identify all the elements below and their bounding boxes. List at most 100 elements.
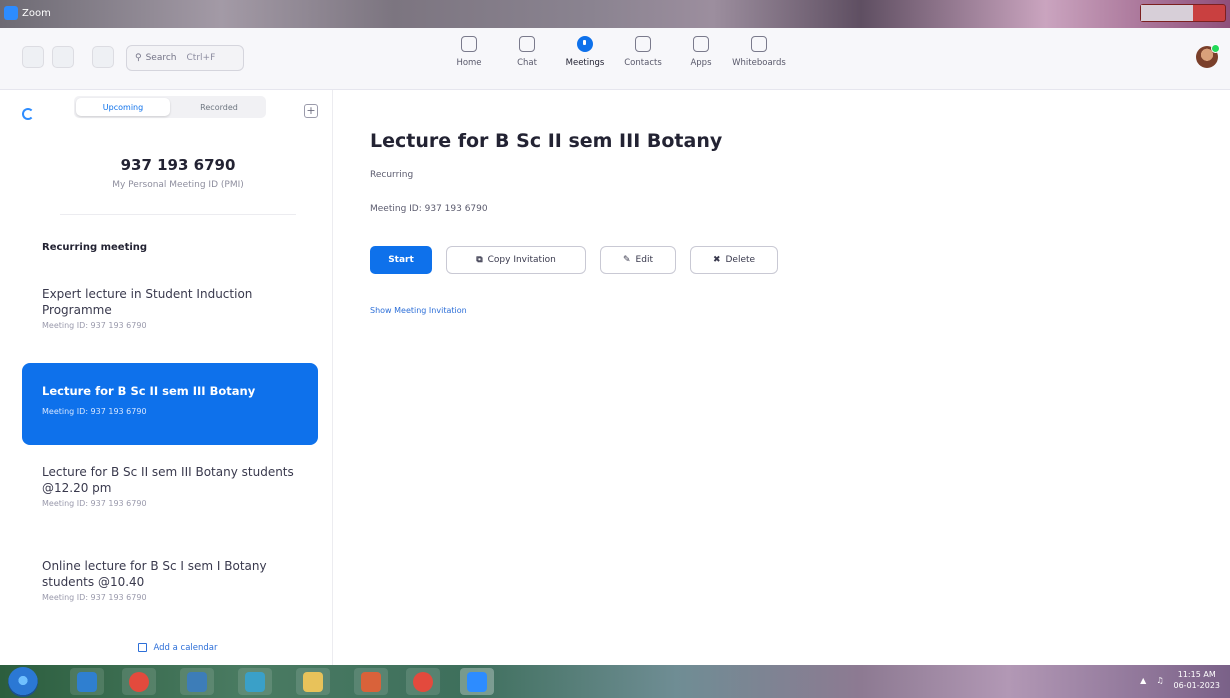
copy-invitation-button[interactable]: ⧉ Copy Invitation [446,246,586,274]
contacts-icon [635,36,651,52]
chat-icon [519,36,535,52]
add-calendar-link[interactable]: Add a calendar [0,643,356,653]
tab-label: Contacts [624,58,662,68]
taskbar-app[interactable] [238,668,272,695]
show-invitation-link[interactable]: Show Meeting Invitation [370,306,467,315]
meetings-sidebar: Upcoming Recorded + 937 193 6790 My Pers… [0,90,333,665]
edit-button[interactable]: ✎ Edit [600,246,676,274]
tab-label: Apps [690,58,712,68]
tab-meetings[interactable]: Meetings [556,36,614,68]
tab-home[interactable]: Home [440,36,498,68]
meeting-title: Expert lecture in Student Induction Prog… [42,287,253,317]
app-title: Zoom [4,6,51,20]
taskbar-zoom[interactable] [460,668,494,695]
taskbar-chrome[interactable] [406,668,440,695]
tab-recorded[interactable]: Recorded [172,96,266,118]
app-name: Zoom [22,7,51,19]
tab-whiteboards[interactable]: Whiteboards [730,36,788,68]
chrome-icon [129,672,149,692]
clock-time: 11:15 AM [1177,670,1216,679]
recurrence-label: Recurring [370,170,414,180]
app-icon [245,672,265,692]
folder-icon [303,672,323,692]
whiteboards-icon [751,36,767,52]
back-button[interactable] [22,46,44,68]
tab-chat[interactable]: Chat [498,36,556,68]
minimize-maximize-buttons[interactable] [1141,5,1193,21]
meetings-icon [577,36,593,52]
taskbar-explorer[interactable] [296,668,330,695]
chrome-icon [413,672,433,692]
search-label: Search [145,53,177,63]
clock[interactable]: 11:15 AM 06-01-2023 [1174,669,1221,691]
meeting-detail: Lecture for B Sc II sem III Botany Recur… [333,90,1230,665]
window-titlebar: Zoom [0,0,1230,28]
action-bar: Start ⧉ Copy Invitation ✎ Edit ✖ Delete [370,246,778,274]
start-button-icon[interactable] [8,667,38,697]
forward-button[interactable] [52,46,74,68]
meeting-id: Meeting ID: 937 193 6790 [42,407,147,416]
top-navigation: ⚲ Search Ctrl+F Home Chat Meetings Conta… [0,28,1230,90]
delete-label: Delete [725,255,756,265]
tab-contacts[interactable]: Contacts [614,36,672,68]
list-item[interactable]: Online lecture for B Sc I sem I Botany s… [22,558,318,602]
section-label: Recurring meeting [42,242,148,253]
system-tray: ▲ ♫ 11:15 AM 06-01-2023 [1140,669,1220,691]
meeting-id: Meeting ID: 937 193 6790 [42,593,147,602]
tab-apps[interactable]: Apps [672,36,730,68]
taskbar-app[interactable] [354,668,388,695]
divider [60,214,296,215]
tab-label: Chat [517,58,537,68]
search-icon: ⚲ [135,53,142,63]
browser-icon [77,672,97,692]
app-icon [187,672,207,692]
meeting-title: Lecture for B Sc II sem III Botany stude… [42,465,294,495]
close-icon: ✖ [712,255,721,265]
window-controls[interactable] [1140,4,1226,22]
add-calendar-label: Add a calendar [153,643,218,653]
os-taskbar: ▲ ♫ 11:15 AM 06-01-2023 [0,665,1230,698]
tab-label: Whiteboards [732,58,786,68]
taskbar-ie[interactable] [70,668,104,695]
search-input[interactable]: ⚲ Search Ctrl+F [126,45,244,71]
add-meeting-icon[interactable]: + [304,104,318,118]
refresh-icon[interactable] [22,108,34,120]
pencil-icon: ✎ [623,255,631,265]
list-item[interactable]: Lecture for B Sc II sem III Botany stude… [22,464,318,508]
clock-date: 06-01-2023 [1173,681,1221,690]
start-label: Start [388,255,414,265]
taskbar-app[interactable] [180,668,214,695]
copy-icon: ⧉ [476,255,483,265]
taskbar-chrome[interactable] [122,668,156,695]
history-button[interactable] [92,46,114,68]
meeting-title: Online lecture for B Sc I sem I Botany s… [42,559,267,589]
nav-tabs: Home Chat Meetings Contacts Apps Whitebo… [440,36,788,68]
network-icon[interactable]: ▲ [1140,676,1146,685]
zoom-icon [467,672,487,692]
list-item-selected[interactable]: Lecture for B Sc II sem III Botany Meeti… [22,363,318,445]
meeting-id-label: Meeting ID: 937 193 6790 [370,204,488,214]
search-shortcut: Ctrl+F [186,53,216,63]
copy-label: Copy Invitation [487,255,556,265]
edit-label: Edit [635,255,653,265]
avatar[interactable] [1196,44,1220,68]
tab-upcoming[interactable]: Upcoming [76,98,170,116]
tab-label: Home [456,58,482,68]
home-icon [461,36,477,52]
meetings-segmented-control: Upcoming Recorded [74,96,266,118]
start-button[interactable]: Start [370,246,432,274]
meeting-title: Lecture for B Sc II sem III Botany [42,384,256,398]
list-item[interactable]: Expert lecture in Student Induction Prog… [22,286,318,330]
calendar-icon [138,643,148,652]
apps-icon [693,36,709,52]
tab-label: Meetings [565,58,605,68]
pmi-number[interactable]: 937 193 6790 [0,156,356,174]
meeting-id: Meeting ID: 937 193 6790 [42,321,147,330]
pmi-label: My Personal Meeting ID (PMI) [112,180,244,190]
meeting-id: Meeting ID: 937 193 6790 [42,499,147,508]
speaker-icon[interactable]: ♫ [1156,676,1163,685]
app-icon [361,672,381,692]
page-title: Lecture for B Sc II sem III Botany [370,130,723,152]
delete-button[interactable]: ✖ Delete [690,246,778,274]
zoom-logo-icon [4,6,18,20]
